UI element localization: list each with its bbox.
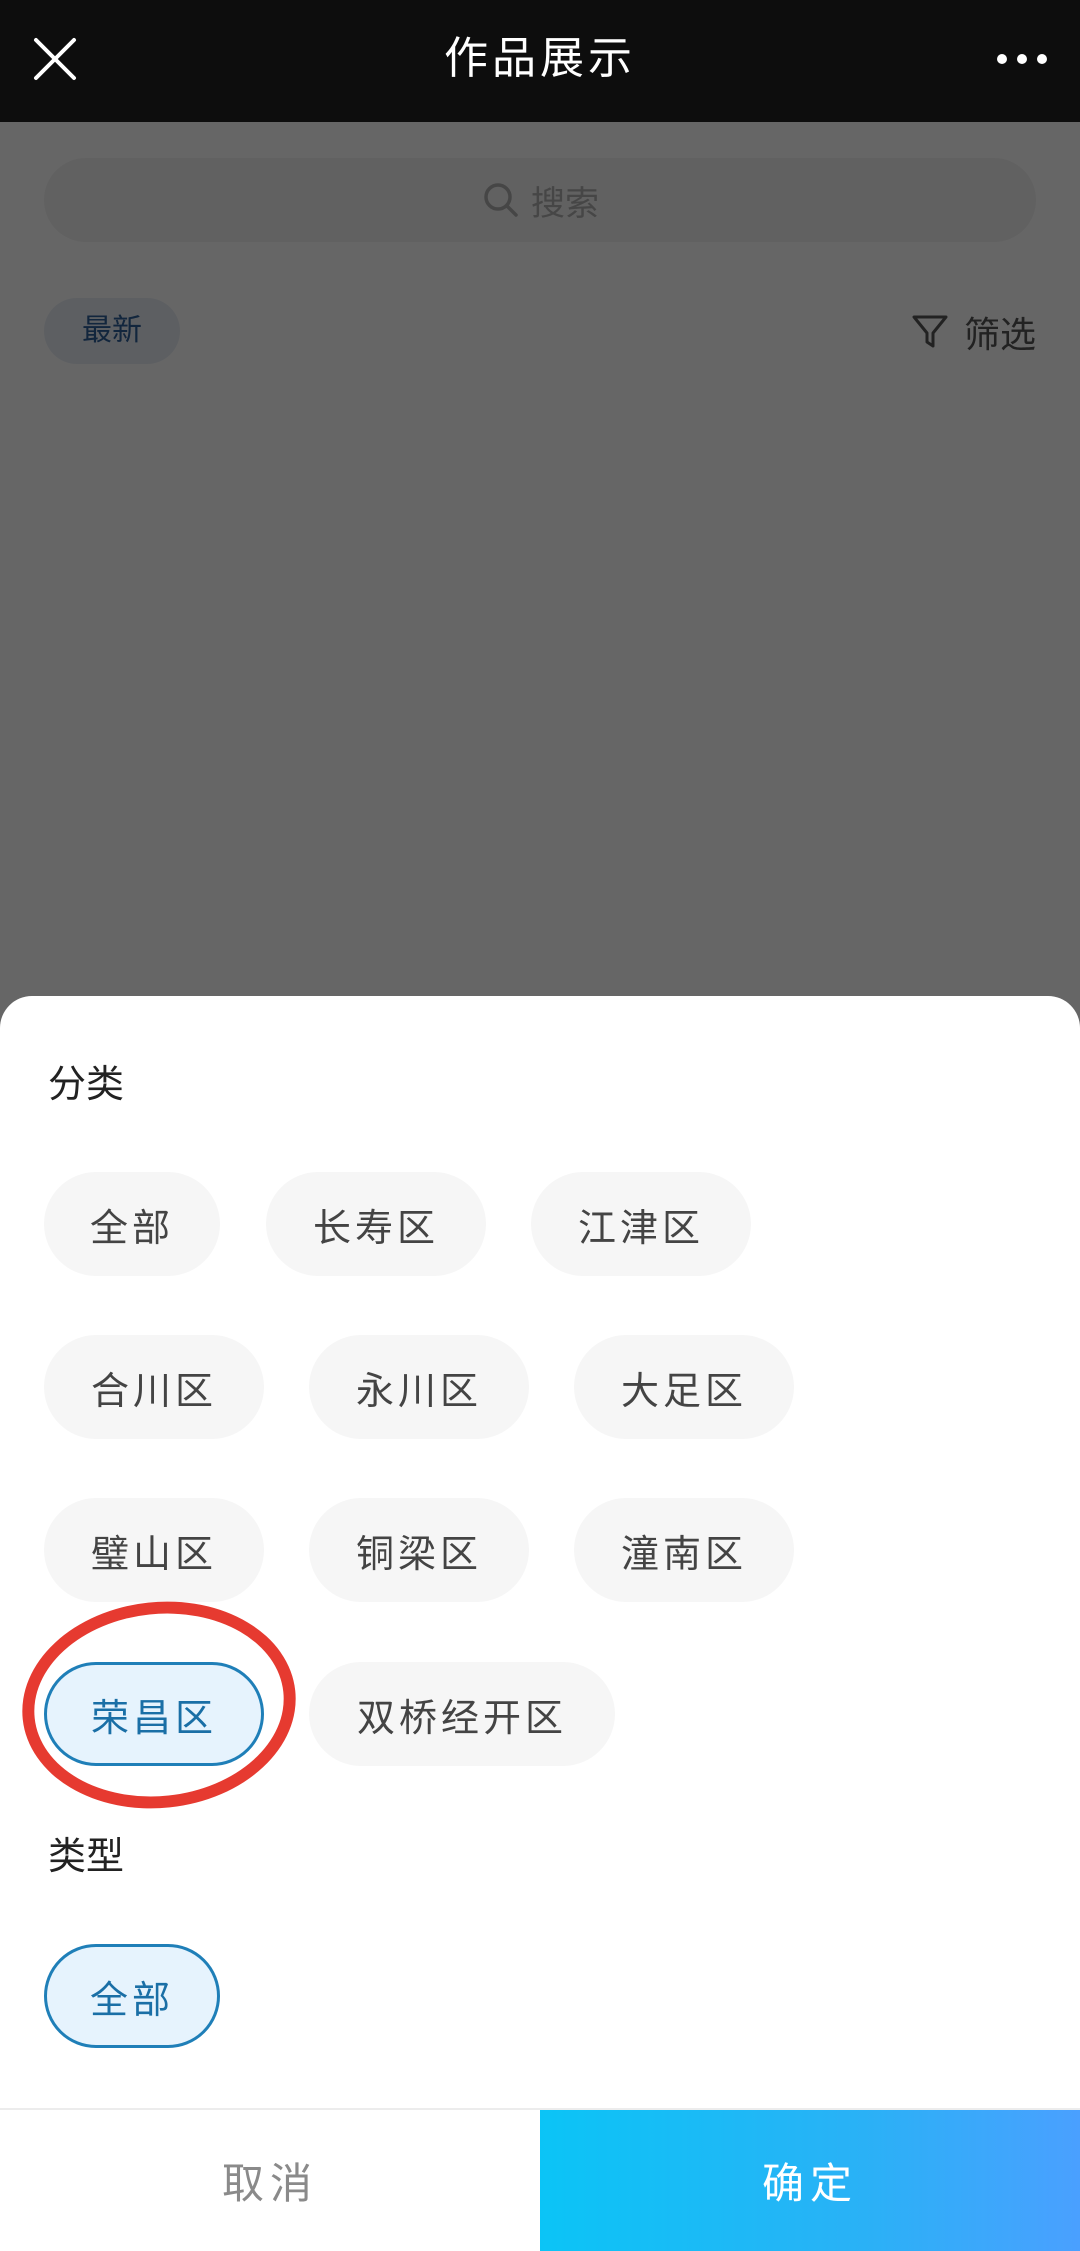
type-chip-all-selected[interactable]: 全部 [44, 1944, 220, 2048]
highlight-circle-annotation [11, 1588, 307, 1822]
category-title: 分类 [48, 1062, 125, 1106]
top-bar: 作品展示 [0, 0, 1080, 122]
category-chip-bishan[interactable]: 璧山区 [44, 1498, 264, 1602]
category-chip-dazu[interactable]: 大足区 [574, 1335, 794, 1439]
category-chip-shuangqiao[interactable]: 双桥经开区 [309, 1662, 615, 1766]
filter-sheet: 分类 全部 长寿区 江津区 合川区 永川区 大足区 璧山区 铜梁区 潼南区 荣昌… [0, 996, 1080, 2251]
category-chip-tongnan[interactable]: 潼南区 [574, 1498, 794, 1602]
sheet-footer: 取消 确定 [0, 2108, 1080, 2251]
cancel-button[interactable]: 取消 [0, 2110, 540, 2251]
category-chip-all[interactable]: 全部 [44, 1172, 220, 1276]
type-title: 类型 [48, 1834, 125, 1878]
category-chip-tongliang[interactable]: 铜梁区 [309, 1498, 529, 1602]
category-chip-changshou[interactable]: 长寿区 [266, 1172, 486, 1276]
page-title: 作品展示 [444, 33, 636, 84]
category-chip-hechuan[interactable]: 合川区 [44, 1335, 264, 1439]
more-icon[interactable] [990, 34, 1054, 84]
category-chip-jiangjin[interactable]: 江津区 [531, 1172, 751, 1276]
category-chip-yongchuan[interactable]: 永川区 [309, 1335, 529, 1439]
confirm-button[interactable]: 确定 [540, 2110, 1080, 2251]
